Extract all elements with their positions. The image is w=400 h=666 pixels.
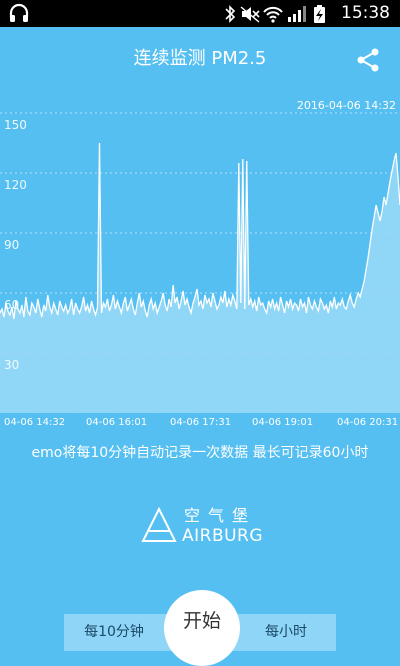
status-bar: 15:38 bbox=[0, 0, 400, 27]
pm25-chart: 306090120150 04-06 14:32 04-06 16:01 04-06… bbox=[0, 99, 400, 428]
y-tick-label: 120 bbox=[4, 178, 27, 192]
x-tick-label: 04-06 19:01 bbox=[252, 417, 313, 428]
x-tick-label: 04-06 20:31 bbox=[337, 417, 398, 428]
y-tick-label: 90 bbox=[4, 238, 19, 252]
mute-icon bbox=[240, 6, 260, 23]
battery-charging-icon bbox=[314, 5, 325, 23]
wifi-icon bbox=[263, 6, 283, 23]
chart-timestamp: 2016-04-06 14:32 bbox=[297, 99, 396, 112]
airburg-logo: 空气堡 AIRBURG bbox=[140, 505, 264, 546]
signal-icon bbox=[288, 6, 306, 22]
tab-every-10-minutes[interactable]: 每10分钟 bbox=[64, 614, 164, 651]
headphone-icon bbox=[9, 3, 29, 22]
y-tick-label: 60 bbox=[4, 298, 19, 312]
x-tick-label: 04-06 16:01 bbox=[86, 417, 147, 428]
y-tick-label: 30 bbox=[4, 358, 19, 372]
title-bar: 连续监测 PM2.5 bbox=[0, 27, 400, 93]
share-icon[interactable] bbox=[355, 47, 381, 73]
system-status-icons bbox=[225, 5, 325, 23]
page-title: 连续监测 PM2.5 bbox=[133, 48, 267, 69]
logo-name-cn: 空气堡 bbox=[184, 506, 257, 525]
status-time: 15:38 bbox=[341, 3, 390, 23]
x-tick-label: 04-06 14:32 bbox=[4, 417, 65, 428]
recording-info-text: emo将每10分钟自动记录一次数据 最长可记录60小时 bbox=[31, 445, 369, 461]
logo-name-en: AIRBURG bbox=[182, 526, 264, 546]
start-button[interactable]: 开始 bbox=[164, 590, 240, 666]
y-tick-label: 150 bbox=[4, 118, 27, 132]
chart-area bbox=[0, 143, 400, 413]
tab-every-hour[interactable]: 每小时 bbox=[236, 614, 336, 651]
start-button-label: 开始 bbox=[182, 610, 221, 632]
x-tick-label: 04-06 17:31 bbox=[170, 417, 231, 428]
bluetooth-icon bbox=[225, 5, 236, 23]
airburg-logo-icon bbox=[141, 507, 177, 542]
chart-x-ticks: 04-06 14:32 04-06 16:01 04-06 17:31 04-06 1… bbox=[4, 417, 398, 428]
